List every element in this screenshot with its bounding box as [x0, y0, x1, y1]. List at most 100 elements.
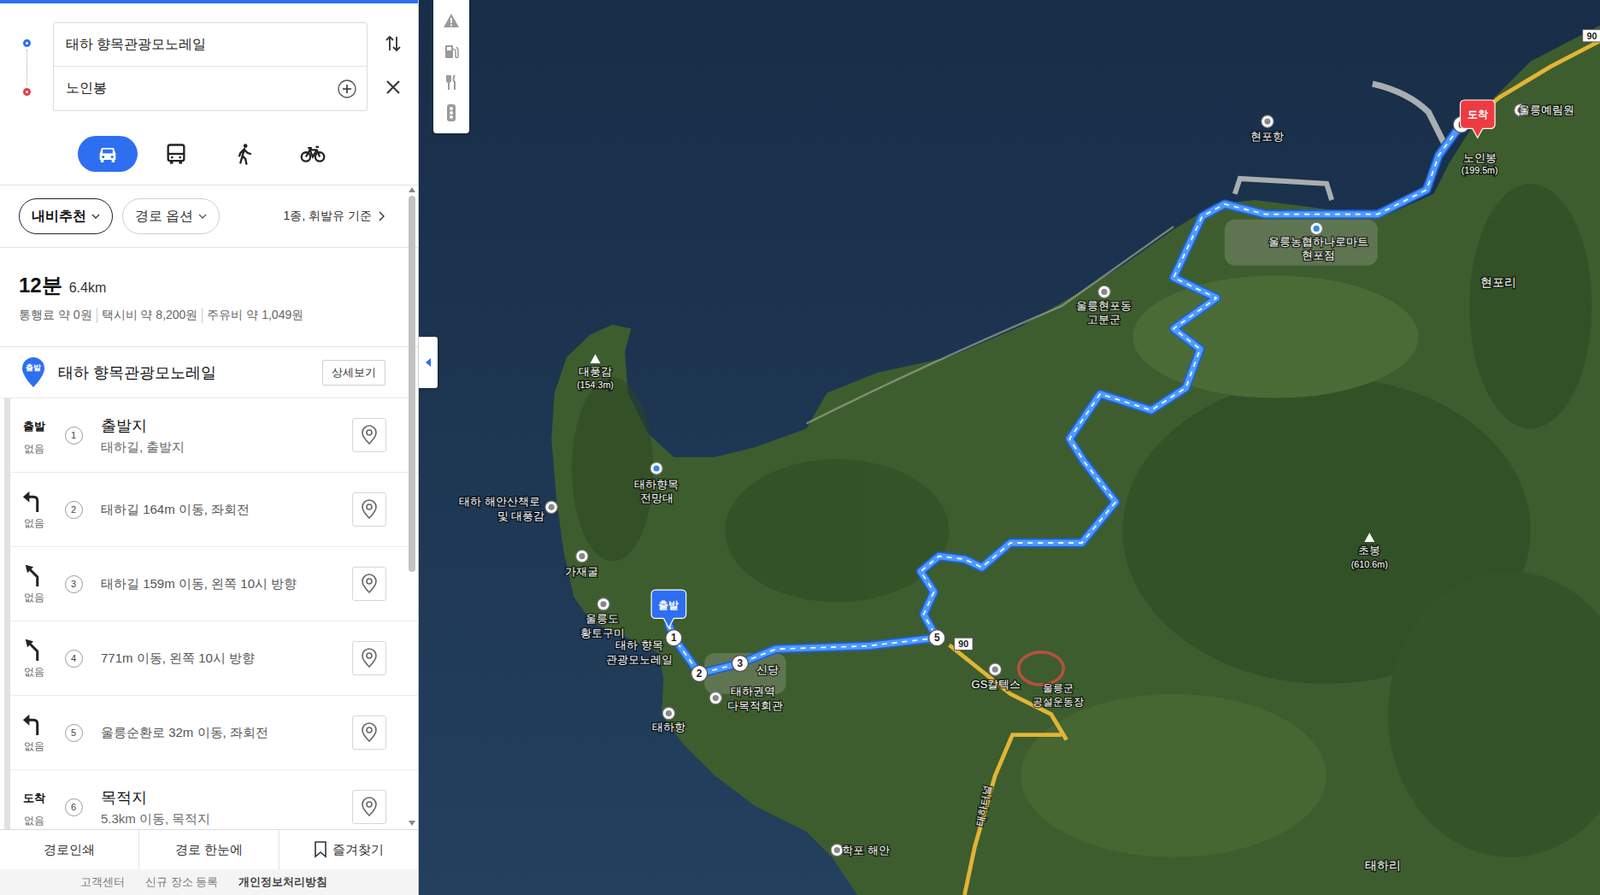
- map-label: 태하향목: [634, 477, 679, 491]
- waypoint-marker[interactable]: 2: [691, 664, 708, 682]
- detail-button[interactable]: 상세보기: [322, 359, 386, 386]
- walk-icon: [232, 141, 257, 166]
- scrollbar-thumb[interactable]: [408, 195, 416, 572]
- svg-text:90: 90: [1586, 30, 1597, 42]
- collapse-panel-button[interactable]: [418, 336, 438, 389]
- poi-icon[interactable]: [545, 500, 558, 513]
- gas-station-button[interactable]: [433, 35, 470, 67]
- poi-icon[interactable]: [1098, 285, 1111, 298]
- poi-icon[interactable]: [576, 549, 589, 562]
- map-label: 태하항: [652, 720, 686, 734]
- locate-button[interactable]: [352, 789, 387, 824]
- poi-icon[interactable]: [988, 663, 1001, 676]
- incident-button[interactable]: [433, 5, 470, 36]
- mode-button[interactable]: [77, 135, 138, 172]
- map-label: GS칼텍스: [971, 677, 1022, 691]
- terrain: [571, 183, 1600, 858]
- map-label: 울릉예림원: [1518, 103, 1575, 117]
- dotted-line-icon: [26, 49, 28, 86]
- poi-icon[interactable]: [650, 462, 663, 475]
- scrollbar[interactable]: [407, 187, 417, 826]
- route-time: 12분: [18, 271, 63, 300]
- waypoint-marker[interactable]: 5: [929, 629, 946, 647]
- poi-icon[interactable]: [709, 691, 722, 704]
- swap-icon: [382, 33, 404, 54]
- step-direction: 도착 없음: [15, 786, 53, 829]
- plus-icon: [337, 79, 357, 99]
- waypoint-marker[interactable]: 1: [665, 629, 683, 647]
- step-direction: 없음: [15, 488, 53, 531]
- restaurant-button[interactable]: [433, 66, 470, 98]
- step-row[interactable]: 없음 5 울릉순환로 32m 이동, 좌회전: [10, 695, 418, 771]
- locate-button[interactable]: [352, 641, 387, 676]
- map-label: 태하 해안산책로: [458, 494, 541, 508]
- poi-icon[interactable]: [662, 706, 675, 719]
- bottom-action-button[interactable]: 경로인쇄: [0, 829, 139, 870]
- step-row[interactable]: 없음 3 태하길 159m 이동, 왼쪽 10시 방향: [10, 547, 418, 622]
- poi-icon[interactable]: [597, 598, 610, 611]
- locate-button[interactable]: [352, 566, 387, 601]
- close-button[interactable]: [383, 77, 403, 97]
- traffic-status: 없음: [23, 516, 45, 531]
- step-row[interactable]: 도착 없음 6 목적지 5.3km 이동, 목적지: [10, 770, 418, 830]
- step-row[interactable]: 없음 4 771m 이동, 왼쪽 10시 방향: [10, 621, 418, 696]
- map-label: (154.3m): [576, 379, 614, 390]
- satellite-map[interactable]: 태하터널대풍감(154.3m)태하향목전망대태하 해안산책로및 대풍감가재굴울릉…: [418, 0, 1600, 895]
- breakwater: [1372, 83, 1445, 143]
- swap-button[interactable]: [382, 33, 404, 54]
- location-pin-icon: [359, 796, 379, 818]
- mode-button[interactable]: [214, 135, 275, 172]
- mode-button[interactable]: [282, 135, 343, 172]
- start-map-pin[interactable]: 출발: [651, 589, 687, 628]
- search-header: 태하 향목관광모노레일 노인봉: [0, 0, 418, 123]
- traffic-status: 없음: [23, 813, 45, 829]
- route-option-dropdown[interactable]: 경로 옵션: [122, 198, 220, 235]
- fuel-setting-button[interactable]: 1종, 휘발유 기준: [283, 208, 386, 224]
- map-label: 울릉현포동: [1076, 299, 1132, 312]
- waypoint-marker[interactable]: 3: [731, 654, 748, 671]
- traffic-light-icon: [444, 103, 459, 123]
- poi-icon[interactable]: [1261, 115, 1274, 128]
- app: 태하 향목관광모노레일 노인봉 내비추천 경로 옵션 1종, 휘발유 기준 12…: [0, 0, 1600, 895]
- traffic-button[interactable]: [433, 97, 470, 129]
- poi-icon[interactable]: [1310, 222, 1323, 235]
- bottom-action-button[interactable]: 즐겨찾기: [278, 829, 418, 870]
- cost-item: 주유비 약 1,049원: [201, 307, 304, 324]
- bottom-action-button[interactable]: 경로 한눈에: [138, 829, 278, 870]
- footer-link[interactable]: 고객센터: [80, 874, 125, 890]
- step-number: 6: [64, 798, 83, 817]
- footer-link[interactable]: 개인정보처리방침: [238, 874, 328, 890]
- start-name: 태하 향목관광모노레일: [58, 362, 323, 383]
- gas-pump-icon: [442, 42, 460, 60]
- step-detail: 5.3km 이동, 목적지: [100, 811, 353, 828]
- step-row[interactable]: 없음 2 태하길 164m 이동, 좌회전: [10, 472, 418, 548]
- locate-button[interactable]: [352, 492, 387, 527]
- map-label: 고분군: [1087, 312, 1121, 326]
- locate-button[interactable]: [352, 417, 387, 453]
- add-waypoint-button[interactable]: [337, 79, 357, 99]
- route-panel: 태하 향목관광모노레일 노인봉 내비추천 경로 옵션 1종, 휘발유 기준 12…: [0, 0, 419, 895]
- bookmark-icon: [313, 841, 328, 859]
- end-map-pin[interactable]: 도착: [1459, 100, 1495, 138]
- step-detail: 울릉순환로 32m 이동, 좌회전: [100, 724, 353, 742]
- fork-knife-icon: [442, 73, 460, 91]
- step-number: 5: [64, 723, 83, 742]
- chevron-down-icon: [198, 211, 207, 221]
- map-label: 황토구미: [580, 626, 625, 640]
- map-label: 울릉군: [1042, 682, 1074, 695]
- bike-icon: [300, 141, 326, 166]
- road-label: 태하터널: [973, 783, 995, 827]
- footer-link[interactable]: 신규 장소 등록: [145, 874, 218, 890]
- destination-input[interactable]: 노인봉: [53, 66, 367, 111]
- locate-button[interactable]: [352, 715, 387, 750]
- svg-text:3: 3: [737, 657, 744, 670]
- step-list: 출발 없음 1 출발지 태하길, 출발지 없음 2 태하길 164m 이동, 좌…: [4, 398, 418, 830]
- mode-button[interactable]: [146, 135, 206, 172]
- svg-text:도착: 도착: [1467, 108, 1489, 121]
- warning-icon: [442, 12, 460, 29]
- origin-input[interactable]: 태하 향목관광모노레일: [53, 23, 367, 67]
- map-label: 초봉: [1358, 543, 1381, 557]
- recommend-dropdown[interactable]: 내비추천: [18, 198, 113, 235]
- map[interactable]: 태하터널대풍감(154.3m)태하향목전망대태하 해안산책로및 대풍감가재굴울릉…: [418, 0, 1600, 895]
- step-row[interactable]: 출발 없음 1 출발지 태하길, 출발지: [10, 398, 418, 473]
